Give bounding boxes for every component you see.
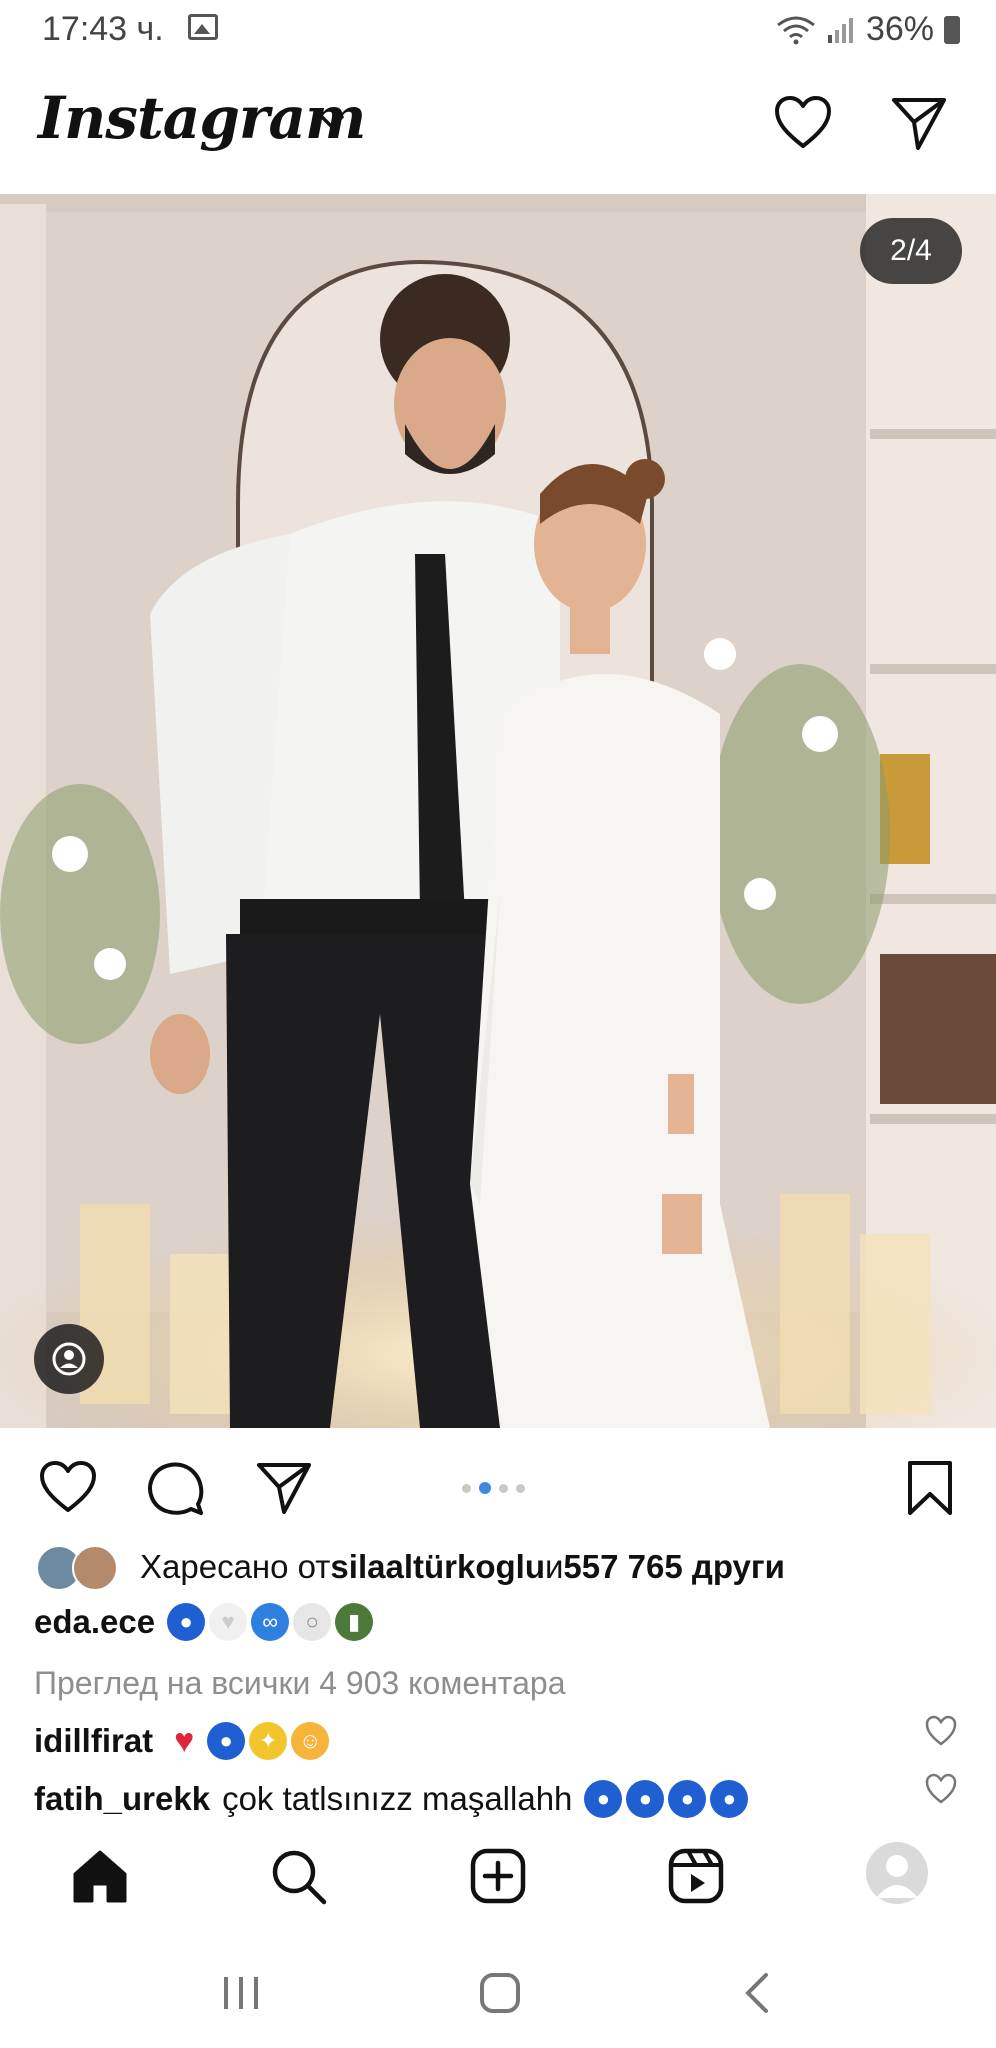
comment-like-icon[interactable] <box>924 1772 958 1806</box>
comment-like-icon[interactable] <box>924 1714 958 1748</box>
liker-avatars <box>36 1545 122 1591</box>
default-avatar-icon <box>876 1855 918 1898</box>
battery-percent: 36% <box>865 10 934 48</box>
infinity-emoji-icon: ∞ <box>251 1603 290 1641</box>
bottom-navigation <box>0 1820 996 1930</box>
status-time: 17:43 ч. <box>42 10 164 48</box>
home-button-icon[interactable] <box>478 1971 522 2015</box>
evil-eye-emoji-icon: ● <box>584 1780 623 1818</box>
ring-emoji-icon: ○ <box>293 1603 332 1641</box>
champagne-emoji-icon: ▮ <box>335 1603 374 1641</box>
person-icon <box>52 1342 86 1376</box>
bookmark-icon[interactable] <box>900 1458 960 1518</box>
post-photo[interactable]: 2/4 <box>0 194 996 1428</box>
gallery-notification-icon <box>188 14 218 40</box>
evil-eye-emoji-icon: ● <box>668 1780 707 1818</box>
comment-text: çok tatlsınızz maşallahh <box>222 1780 573 1817</box>
avatar <box>72 1545 118 1591</box>
carousel-dot <box>516 1483 525 1493</box>
evil-eye-emoji-icon: ● <box>710 1780 749 1818</box>
carousel-dot <box>462 1483 471 1493</box>
tagged-users-button[interactable] <box>34 1324 104 1394</box>
like-heart-icon[interactable] <box>38 1458 98 1518</box>
carousel-dot-active <box>479 1482 491 1494</box>
search-icon[interactable] <box>268 1846 328 1906</box>
instagram-logo[interactable]: Instagram <box>38 84 366 152</box>
comment-username[interactable]: idillfirat <box>34 1722 153 1760</box>
heart-eyes-emoji-icon: ☺ <box>291 1722 330 1760</box>
recent-apps-icon[interactable] <box>218 1973 264 2013</box>
wedding-photo-illustration <box>0 194 996 1428</box>
carousel-indicator <box>462 1482 525 1494</box>
chevron-down-icon[interactable] <box>318 112 346 132</box>
white-heart-emoji-icon: ♥ <box>209 1603 248 1641</box>
liker-username[interactable]: silaaltürkoglu <box>330 1548 545 1586</box>
likes-middle: и <box>544 1548 564 1585</box>
reels-icon[interactable] <box>666 1846 726 1906</box>
comment-username[interactable]: fatih_urekk <box>34 1780 210 1818</box>
evil-eye-emoji-icon: ● <box>626 1780 665 1818</box>
back-button-icon[interactable] <box>742 1971 772 2015</box>
carousel-dot <box>499 1483 508 1493</box>
view-all-comments-link[interactable]: Преглед на всички 4 903 коментара <box>34 1665 565 1702</box>
status-bar: 17:43 ч. 36% <box>0 0 996 62</box>
create-post-icon[interactable] <box>468 1846 528 1906</box>
red-heart-emoji-icon: ♥ <box>174 1721 195 1760</box>
comment-row: fatih_urekk çok tatlsınızz maşallahh ● ●… <box>34 1780 749 1818</box>
caption-username[interactable]: eda.ece <box>34 1603 155 1641</box>
evil-eye-emoji-icon: ● <box>207 1722 246 1760</box>
status-indicators: 36% <box>776 10 960 49</box>
wifi-icon <box>777 16 815 44</box>
sparkle-emoji-icon: ✦ <box>249 1722 288 1760</box>
image-counter-badge: 2/4 <box>860 218 962 284</box>
system-navigation-bar <box>0 1935 996 2048</box>
home-icon[interactable] <box>70 1846 130 1906</box>
likes-prefix: Харесано от <box>140 1548 331 1585</box>
comment-icon[interactable] <box>146 1458 206 1518</box>
profile-avatar[interactable] <box>866 1842 928 1904</box>
app-header: Instagram <box>0 62 996 194</box>
evil-eye-emoji-icon: ● <box>167 1603 206 1641</box>
direct-message-icon[interactable] <box>888 92 950 154</box>
post-action-bar <box>0 1428 996 1538</box>
share-icon[interactable] <box>254 1458 314 1518</box>
battery-icon <box>944 15 960 44</box>
likes-row[interactable]: Харесано от silaaltürkoglu и 557 765 дру… <box>36 1540 785 1594</box>
comment-row: idillfirat ♥ ● ✦ ☺ <box>34 1721 330 1760</box>
heart-icon[interactable] <box>772 92 834 154</box>
caption: eda.ece ● ♥ ∞ ○ ▮ <box>34 1603 374 1641</box>
signal-icon <box>827 17 853 43</box>
likes-count[interactable]: 557 765 други <box>563 1548 785 1586</box>
